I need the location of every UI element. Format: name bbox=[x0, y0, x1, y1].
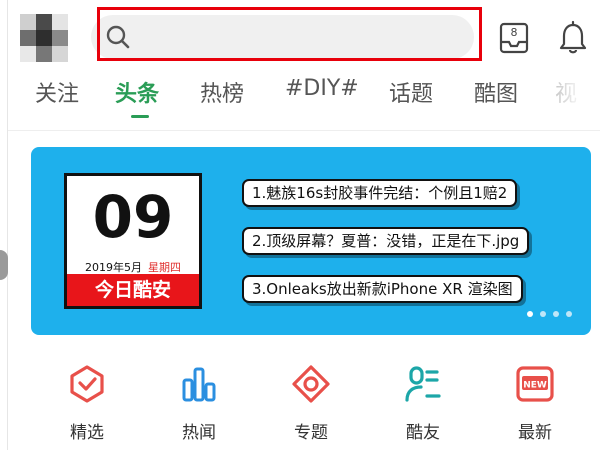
friends-icon bbox=[403, 364, 443, 404]
carousel-dot[interactable] bbox=[540, 311, 546, 317]
calendar-card: 09 2019年5月 星期四 今日酷安 bbox=[64, 173, 202, 309]
banner-title: 今日酷安 bbox=[67, 274, 199, 306]
nav-label: 最新 bbox=[518, 423, 552, 443]
nav-label: 酷友 bbox=[406, 423, 440, 443]
active-tab-indicator bbox=[131, 115, 149, 118]
inbox-button[interactable]: 8 bbox=[498, 20, 530, 56]
calendar-weekday: 星期四 bbox=[148, 261, 181, 274]
nav-friends[interactable]: 酷友 bbox=[383, 364, 463, 444]
new-icon: NEW bbox=[515, 364, 555, 404]
tab-follow[interactable]: 关注 bbox=[35, 76, 79, 108]
headline-item[interactable]: 3.Onleaks放出新款iPhone XR 渲染图 bbox=[242, 275, 523, 303]
calendar-day: 09 bbox=[92, 183, 174, 251]
carousel-dot[interactable] bbox=[566, 311, 572, 317]
nav-featured[interactable]: 精选 bbox=[47, 364, 127, 444]
hot-news-icon bbox=[179, 364, 219, 404]
nav-latest[interactable]: NEW 最新 bbox=[495, 364, 575, 444]
svg-text:NEW: NEW bbox=[523, 381, 547, 391]
nav-label: 专题 bbox=[294, 423, 328, 443]
headline-item[interactable]: 2.顶级屏幕？夏普：没错，正是在下.jpg bbox=[242, 227, 530, 255]
featured-icon bbox=[67, 364, 107, 404]
inbox-badge: 8 bbox=[510, 26, 518, 39]
calendar-date-line: 2019年5月 星期四 bbox=[67, 259, 199, 275]
headline-item[interactable]: 1.魅族16s封胶事件完结：个例且1赔2 bbox=[242, 179, 518, 207]
drawer-handle[interactable] bbox=[0, 250, 8, 280]
notification-button[interactable] bbox=[557, 20, 589, 56]
tab-headlines[interactable]: 头条 bbox=[115, 76, 159, 108]
carousel-dot[interactable] bbox=[553, 311, 559, 317]
tab-topics[interactable]: 话题 bbox=[389, 76, 433, 108]
avatar[interactable] bbox=[20, 14, 68, 62]
search-input[interactable] bbox=[140, 22, 464, 54]
search-icon[interactable] bbox=[105, 24, 131, 50]
tab-divider bbox=[8, 130, 600, 131]
calendar-month: 2019年5月 bbox=[85, 261, 142, 274]
tab-fade bbox=[548, 76, 600, 118]
nav-topics[interactable]: 专题 bbox=[271, 364, 351, 444]
left-edge-rule bbox=[7, 0, 8, 450]
nav-hot-news[interactable]: 热闻 bbox=[159, 364, 239, 444]
topics-icon bbox=[291, 364, 331, 404]
tab-cool-pics[interactable]: 酷图 bbox=[474, 76, 518, 108]
tab-diy[interactable]: #DIY# bbox=[285, 76, 359, 101]
tab-bar: 关注 头条 热榜 #DIY# 话题 酷图 视 bbox=[0, 76, 600, 118]
nav-label: 精选 bbox=[70, 423, 104, 443]
daily-banner[interactable]: 09 2019年5月 星期四 今日酷安 1.魅族16s封胶事件完结：个例且1赔2 … bbox=[31, 147, 591, 335]
bell-icon bbox=[559, 20, 587, 54]
nav-label: 热闻 bbox=[182, 423, 216, 443]
tab-hot-list[interactable]: 热榜 bbox=[200, 76, 244, 108]
carousel-dot[interactable] bbox=[527, 311, 533, 317]
